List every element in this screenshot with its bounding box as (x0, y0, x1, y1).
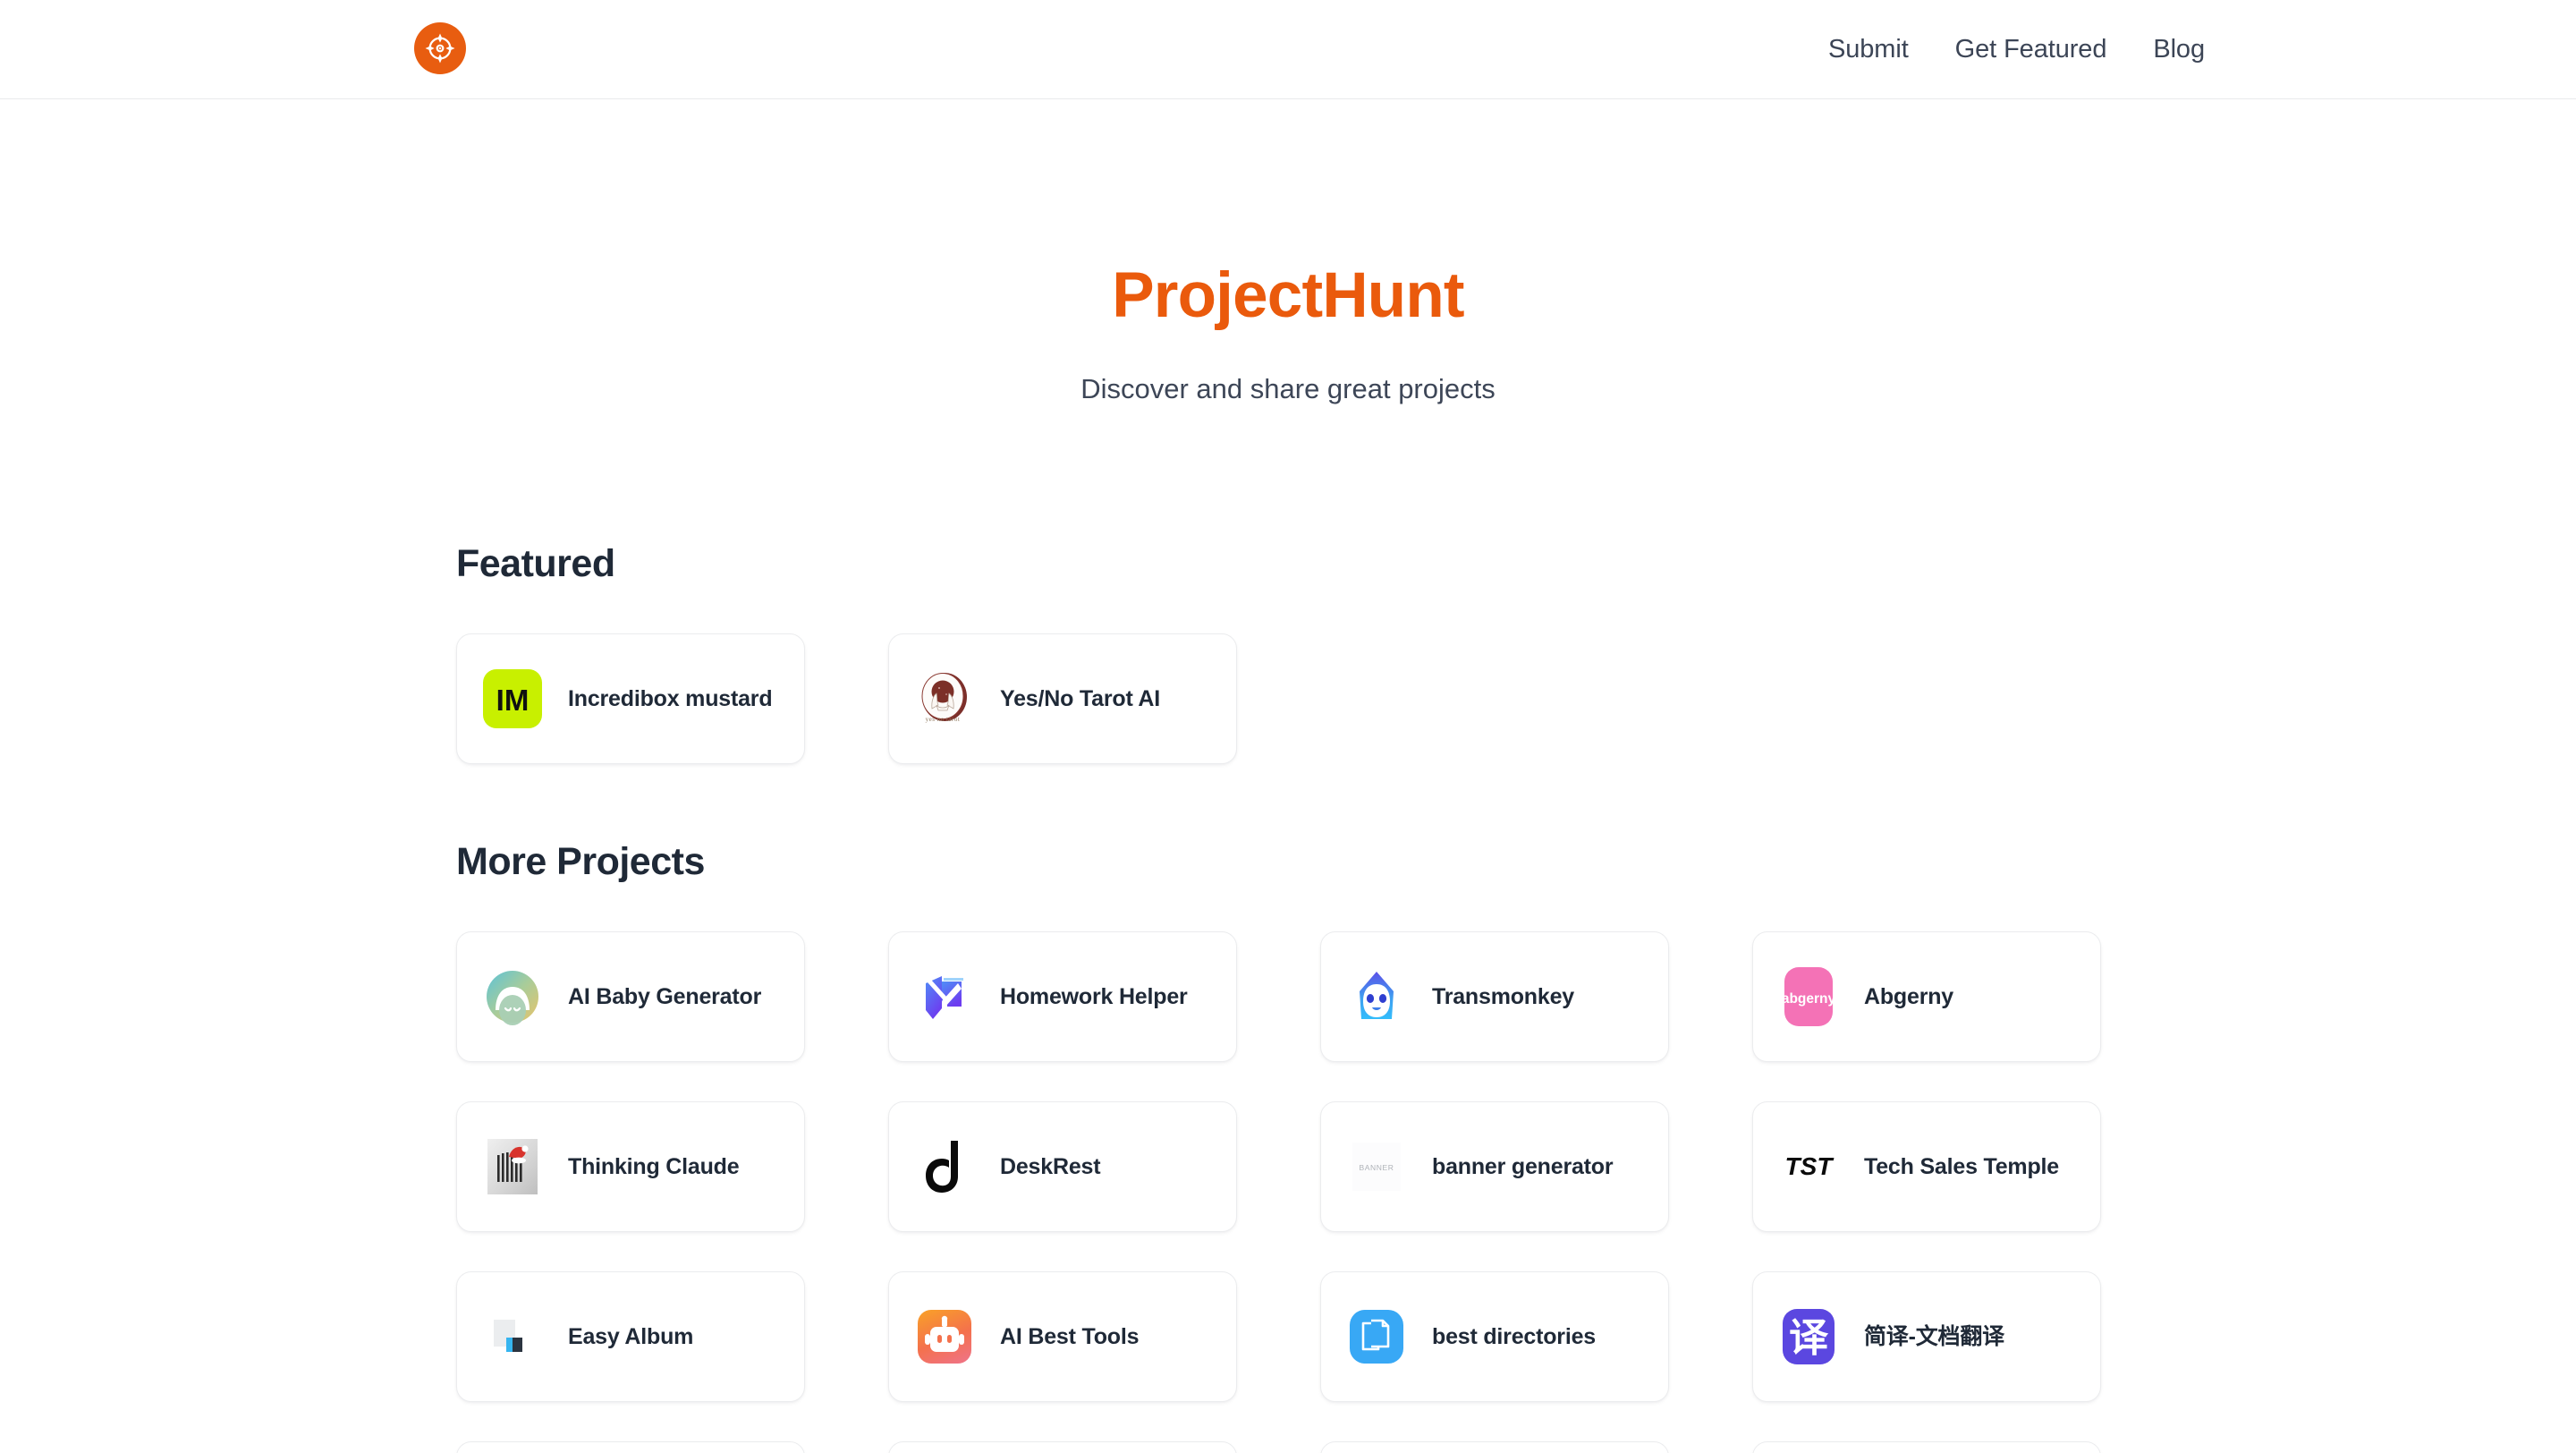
project-card-easy-album[interactable]: Easy Album (456, 1271, 805, 1402)
nav-link-submit[interactable]: Submit (1828, 37, 1909, 63)
project-card-label: Easy Album (568, 1323, 694, 1349)
hero-section: ProjectHunt Discover and share great pro… (0, 99, 2576, 403)
featured-card-grid: IM Incredibox mustard yes no tarot Yes/N… (456, 633, 2120, 764)
svg-text:BANNER: BANNER (1359, 1163, 1394, 1172)
project-card[interactable] (1752, 1441, 2101, 1453)
project-card-ai-baby-generator[interactable]: AI Baby Generator (456, 931, 805, 1062)
project-card[interactable] (456, 1441, 805, 1453)
yes-no-tarot-icon: yes no tarot (912, 667, 977, 731)
project-card-abgerny[interactable]: abgerny Abgerny (1752, 931, 2101, 1062)
project-card-label: Homework Helper (1000, 983, 1188, 1009)
project-card-label: Incredibox mustard (568, 685, 773, 711)
svg-text:IM: IM (496, 684, 530, 717)
project-card-label: AI Best Tools (1000, 1323, 1140, 1349)
project-card-label: 简译-文档翻译 (1864, 1323, 2004, 1349)
project-card-tech-sales-temple[interactable]: TST Tech Sales Temple (1752, 1101, 2101, 1232)
more-projects-next-row (456, 1441, 2120, 1453)
project-card-label: Yes/No Tarot AI (1000, 685, 1160, 711)
project-card-label: banner generator (1432, 1153, 1614, 1179)
project-card-thinking-claude[interactable]: Thinking Claude (456, 1101, 805, 1232)
jianyi-translate-icon: 译 (1776, 1304, 1841, 1369)
project-card-homework-helper[interactable]: Homework Helper (888, 931, 1237, 1062)
best-directories-icon (1344, 1304, 1409, 1369)
project-card-label: DeskRest (1000, 1153, 1101, 1179)
more-projects-card-grid: AI Baby Generator Homework Helper Transm… (456, 931, 2120, 1402)
project-card-label: Abgerny (1864, 983, 1954, 1009)
easy-album-icon (480, 1304, 545, 1369)
featured-heading: Featured (456, 542, 615, 585)
project-card[interactable] (888, 1441, 1237, 1453)
project-card-label: Thinking Claude (568, 1153, 740, 1179)
project-card-label: AI Baby Generator (568, 983, 762, 1009)
thinking-claude-icon (480, 1134, 545, 1199)
homework-helper-icon (912, 964, 977, 1029)
transmonkey-icon (1344, 964, 1409, 1029)
project-card-yes-no-tarot-ai[interactable]: yes no tarot Yes/No Tarot AI (888, 633, 1237, 764)
svg-text:TST: TST (1785, 1152, 1835, 1180)
incredibox-im-icon: IM (480, 667, 545, 731)
featured-section: Featured IM Incredibox mustard yes no ta… (456, 545, 2120, 764)
page-subtitle: Discover and share great projects (1080, 373, 1496, 404)
main-nav: Submit Get Featured Blog (1828, 0, 2205, 99)
page-title: ProjectHunt (1112, 260, 1464, 331)
svg-text:abgerny: abgerny (1782, 991, 1836, 1007)
tech-sales-temple-icon: TST (1776, 1134, 1841, 1199)
project-card-label: best directories (1432, 1323, 1596, 1349)
project-card-best-directories[interactable]: best directories (1320, 1271, 1669, 1402)
project-card-label: Transmonkey (1432, 983, 1574, 1009)
site-header: Submit Get Featured Blog (0, 0, 2576, 99)
deskrest-icon (912, 1134, 977, 1199)
more-projects-heading: More Projects (456, 840, 705, 883)
project-card-deskrest[interactable]: DeskRest (888, 1101, 1237, 1232)
nav-link-blog[interactable]: Blog (2153, 37, 2205, 63)
svg-text:yes no tarot: yes no tarot (926, 716, 961, 723)
brand-logo[interactable] (414, 22, 466, 74)
project-card-transmonkey[interactable]: Transmonkey (1320, 931, 1669, 1062)
abgerny-icon: abgerny (1776, 964, 1841, 1029)
project-card-incredibox-mustard[interactable]: IM Incredibox mustard (456, 633, 805, 764)
ai-baby-generator-icon (480, 964, 545, 1029)
main-content: Featured IM Incredibox mustard yes no ta… (456, 545, 2120, 1453)
crosshair-target-icon (423, 31, 457, 65)
project-card-banner-generator[interactable]: BANNER banner generator (1320, 1101, 1669, 1232)
svg-text:译: 译 (1789, 1315, 1829, 1361)
banner-generator-icon: BANNER (1344, 1134, 1409, 1199)
project-card[interactable] (1320, 1441, 1669, 1453)
project-card-ai-best-tools[interactable]: AI Best Tools (888, 1271, 1237, 1402)
project-card-label: Tech Sales Temple (1864, 1153, 2059, 1179)
project-card-jianyi-translate[interactable]: 译 简译-文档翻译 (1752, 1271, 2101, 1402)
more-projects-section: More Projects AI Baby Generator Homework… (456, 843, 2120, 1453)
nav-link-get-featured[interactable]: Get Featured (1955, 37, 2107, 63)
ai-best-tools-icon (912, 1304, 977, 1369)
